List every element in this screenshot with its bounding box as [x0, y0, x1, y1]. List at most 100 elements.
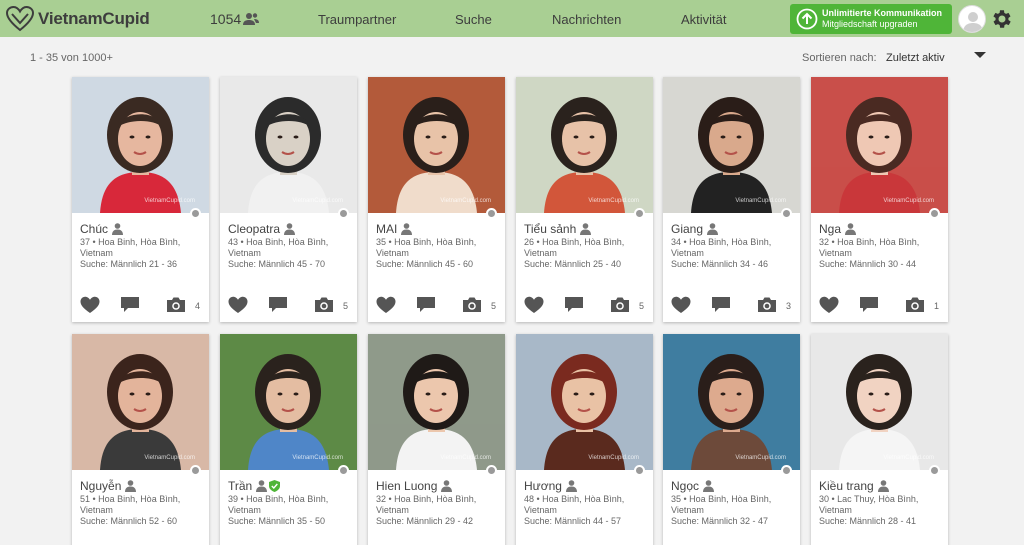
profile-photo[interactable] — [663, 334, 800, 470]
profile-name[interactable]: Tiểu sảnh — [524, 222, 576, 236]
profile-photo[interactable] — [811, 77, 948, 213]
profile-seeking: Suche: Männlich 29 - 42 — [376, 516, 474, 526]
profile-seeking: Suche: Männlich 25 - 40 — [524, 259, 622, 269]
profile-name[interactable]: Hien Luong — [376, 479, 437, 493]
nav-suche[interactable]: Suche — [455, 12, 492, 27]
profile-name[interactable]: Nga — [819, 222, 841, 236]
profile-name[interactable]: Kiều trang — [819, 479, 874, 493]
profile-seeking: Suche: Männlich 30 - 44 — [819, 259, 917, 269]
avatar-placeholder-icon — [963, 12, 983, 32]
profile-location: 43 • Hoa Binh, Hòa Bình, Vietnam — [228, 237, 329, 258]
gear-icon[interactable] — [990, 7, 1014, 31]
profile-name[interactable]: Giang — [671, 222, 703, 236]
profile-card[interactable]: VietnamCupid.com Tiểu sảnh 26 • Hoa Binh… — [516, 77, 653, 322]
profile-photo[interactable] — [516, 334, 653, 470]
watermark: VietnamCupid.com — [735, 198, 786, 204]
online-status-dot — [338, 465, 349, 476]
profile-location: 35 • Hoa Binh, Hòa Bình, Vietnam — [376, 237, 477, 258]
photo-count: 3 — [786, 301, 792, 311]
user-avatar[interactable] — [958, 5, 986, 33]
camera-icon[interactable] — [314, 296, 334, 314]
watermark: VietnamCupid.com — [440, 455, 491, 461]
message-icon[interactable] — [268, 296, 288, 314]
brand-name: VietnamCupid — [38, 8, 150, 28]
profile-card[interactable]: VietnamCupid.com Hương 48 • Hoa Binh, Hò… — [516, 334, 653, 545]
profile-name[interactable]: Chúc — [80, 222, 108, 236]
message-icon[interactable] — [711, 296, 731, 314]
chevron-down-icon[interactable] — [974, 52, 986, 58]
profile-card[interactable]: VietnamCupid.com Giang 34 • Hoa Binh, Hò… — [663, 77, 800, 322]
nav-traumpartner[interactable]: Traumpartner — [318, 12, 396, 27]
heart-logo-icon — [6, 5, 34, 31]
profile-card[interactable]: VietnamCupid.com Chúc 37 • Hoa Binh, Hòa… — [72, 77, 209, 322]
portrait-image — [811, 334, 948, 470]
profile-photo[interactable] — [220, 77, 357, 213]
watermark: VietnamCupid.com — [440, 198, 491, 204]
profile-name[interactable]: MAI — [376, 222, 397, 236]
nav-aktivitaet[interactable]: Aktivität — [681, 12, 727, 27]
profile-photo[interactable] — [368, 334, 505, 470]
profile-name[interactable]: Trần — [228, 479, 252, 493]
online-status-dot — [929, 465, 940, 476]
profile-photo[interactable] — [663, 77, 800, 213]
camera-icon[interactable] — [166, 296, 186, 314]
heart-icon[interactable] — [228, 296, 248, 314]
profile-name[interactable]: Nguyễn — [80, 479, 121, 493]
profile-photo[interactable] — [220, 334, 357, 470]
profile-photo[interactable] — [72, 334, 209, 470]
profile-location: 26 • Hoa Binh, Hòa Bình, Vietnam — [524, 237, 625, 258]
heart-icon[interactable] — [524, 296, 544, 314]
profile-card[interactable]: VietnamCupid.com MAI 35 • Hoa Binh, Hòa … — [368, 77, 505, 322]
portrait-image — [516, 77, 653, 213]
profile-photo[interactable] — [368, 77, 505, 213]
profile-card[interactable]: VietnamCupid.com Trần 39 • Hoa Binh, Hòa… — [220, 334, 357, 545]
profile-card[interactable]: VietnamCupid.com Cleopatra 43 • Hoa Binh… — [220, 77, 357, 322]
profile-card[interactable]: VietnamCupid.com Kiều trang 30 • Lac Thu… — [811, 334, 948, 545]
message-icon[interactable] — [859, 296, 879, 314]
message-icon[interactable] — [120, 296, 140, 314]
profile-photo[interactable] — [72, 77, 209, 213]
person-icon — [401, 223, 413, 235]
photo-count: 1 — [934, 301, 940, 311]
profile-photo[interactable] — [811, 334, 948, 470]
watermark: VietnamCupid.com — [144, 198, 195, 204]
portrait-image — [72, 334, 209, 470]
online-status-dot — [486, 465, 497, 476]
person-icon — [580, 223, 592, 235]
camera-icon[interactable] — [610, 296, 630, 314]
photo-count: 5 — [491, 301, 497, 311]
watermark: VietnamCupid.com — [292, 455, 343, 461]
vietnamcupid-logo[interactable]: VietnamCupid — [6, 5, 150, 32]
profile-name[interactable]: Cleopatra — [228, 222, 280, 236]
profile-name[interactable]: Hương — [524, 479, 562, 493]
profile-card[interactable]: VietnamCupid.com Ngọc 35 • Hoa Binh, Hòa… — [663, 334, 800, 545]
sort-select[interactable]: Zuletzt aktiv — [886, 52, 945, 64]
camera-icon[interactable] — [905, 296, 925, 314]
heart-icon[interactable] — [819, 296, 839, 314]
heart-icon[interactable] — [671, 296, 691, 314]
camera-icon[interactable] — [757, 296, 777, 314]
message-icon[interactable] — [416, 296, 436, 314]
online-status-dot — [634, 208, 645, 219]
online-status-dot — [929, 208, 940, 219]
profile-card[interactable]: VietnamCupid.com Nguyễn 51 • Hoa Binh, H… — [72, 334, 209, 545]
profile-location: 30 • Lac Thuy, Hòa Bình, Vietnam — [819, 494, 919, 515]
profile-location: 51 • Hoa Binh, Hòa Bình, Vietnam — [80, 494, 181, 515]
heart-icon[interactable] — [80, 296, 100, 314]
heart-icon[interactable] — [376, 296, 396, 314]
camera-icon[interactable] — [462, 296, 482, 314]
photo-count: 5 — [343, 301, 349, 311]
nav-nachrichten[interactable]: Nachrichten — [552, 12, 621, 27]
upgrade-button[interactable]: Unlimitierte Kommunikation Mitgliedschaf… — [790, 4, 952, 34]
profile-card[interactable]: VietnamCupid.com Nga 32 • Hoa Binh, Hòa … — [811, 77, 948, 322]
profile-seeking: Suche: Männlich 52 - 60 — [80, 516, 178, 526]
portrait-image — [368, 334, 505, 470]
profile-photo[interactable] — [516, 77, 653, 213]
message-icon[interactable] — [564, 296, 584, 314]
profile-seeking: Suche: Männlich 32 - 47 — [671, 516, 769, 526]
profile-name[interactable]: Ngọc — [671, 479, 699, 493]
person-icon — [284, 223, 296, 235]
portrait-image — [72, 77, 209, 213]
member-count[interactable]: 1054 — [210, 11, 260, 27]
profile-card[interactable]: VietnamCupid.com Hien Luong 32 • Hoa Bin… — [368, 334, 505, 545]
